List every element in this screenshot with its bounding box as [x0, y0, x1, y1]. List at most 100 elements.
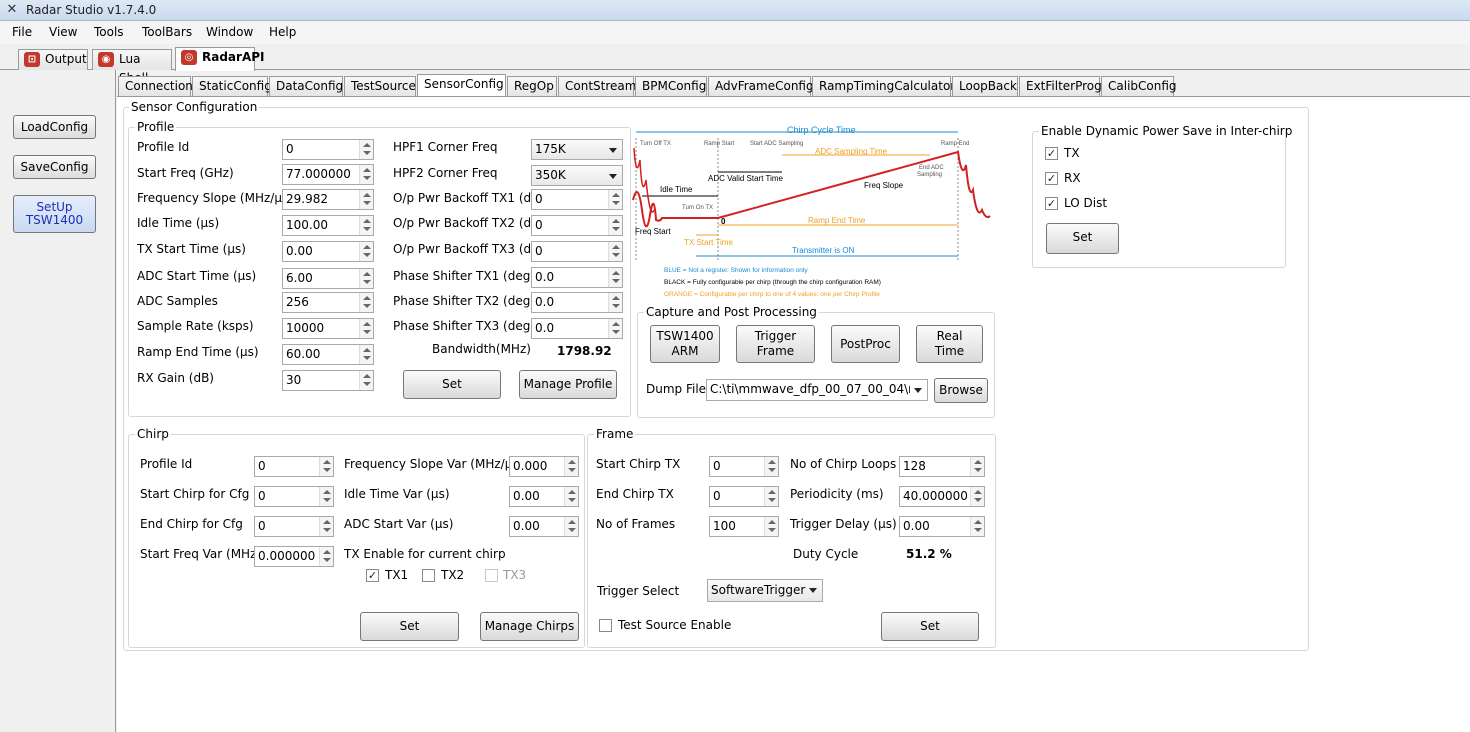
tx1-checkbox[interactable]: ✓ — [366, 569, 379, 582]
spin-arrows-icon[interactable] — [608, 190, 622, 209]
hpf2-select[interactable]: 350K — [531, 165, 623, 186]
spin-arrows-icon[interactable] — [564, 487, 578, 506]
save-config-button[interactable]: SaveConfig — [13, 155, 96, 179]
tab-extfilterprog[interactable]: ExtFilterProg — [1019, 76, 1102, 97]
menu-file[interactable]: File — [12, 25, 32, 39]
tab-connection[interactable]: Connection — [118, 76, 193, 97]
start-freq-input[interactable]: 77.000000 — [282, 164, 374, 185]
spin-arrows-icon[interactable] — [359, 165, 373, 184]
end-chirp-cfg-input[interactable]: 0 — [254, 516, 334, 537]
spin-arrows-icon[interactable] — [359, 319, 373, 338]
postproc-button[interactable]: PostProc — [831, 325, 900, 363]
adc-samples-input[interactable]: 256 — [282, 292, 374, 313]
spin-arrows-icon[interactable] — [319, 457, 333, 476]
tab-regop[interactable]: RegOp — [507, 76, 557, 97]
freq-slope-var-input[interactable]: 0.000 — [509, 456, 579, 477]
start-chirp-tx-input[interactable]: 0 — [709, 456, 779, 477]
dps-lo-dist-checkbox[interactable]: ✓ — [1045, 197, 1058, 210]
phase-shifter-tx3-input[interactable]: 0.0 — [531, 318, 623, 339]
spin-arrows-icon[interactable] — [608, 268, 622, 287]
menu-tools[interactable]: Tools — [94, 25, 124, 39]
freq-slope-input[interactable]: 29.982 — [282, 189, 374, 210]
real-time-button[interactable]: Real Time — [916, 325, 983, 363]
phase-shifter-tx1-input[interactable]: 0.0 — [531, 267, 623, 288]
tsw1400-arm-button[interactable]: TSW1400 ARM — [650, 325, 720, 363]
chirp-set-button[interactable]: Set — [360, 612, 459, 641]
menu-toolbars[interactable]: ToolBars — [142, 25, 192, 39]
setup-tsw1400-button[interactable]: SetUp TSW1400 — [13, 195, 96, 233]
spin-arrows-icon[interactable] — [564, 517, 578, 536]
manage-profile-button[interactable]: Manage Profile — [519, 370, 617, 399]
spin-arrows-icon[interactable] — [970, 457, 984, 476]
end-chirp-tx-input[interactable]: 0 — [709, 486, 779, 507]
hpf1-select[interactable]: 175K — [531, 139, 623, 160]
spin-arrows-icon[interactable] — [970, 487, 984, 506]
tab-sensorconfig[interactable]: SensorConfig — [417, 74, 506, 98]
spin-arrows-icon[interactable] — [764, 517, 778, 536]
trigger-select[interactable]: SoftwareTrigger — [707, 579, 823, 602]
pwr-backoff-tx1-input[interactable]: 0 — [531, 189, 623, 210]
tab-calibconfig[interactable]: CalibConfig — [1101, 76, 1177, 97]
spin-arrows-icon[interactable] — [608, 242, 622, 261]
tab-testsource[interactable]: TestSource — [344, 76, 416, 97]
pwr-backoff-tx2-input[interactable]: 0 — [531, 215, 623, 236]
spin-arrows-icon[interactable] — [608, 293, 622, 312]
tab-dataconfig[interactable]: DataConfig — [269, 76, 343, 97]
dps-set-button[interactable]: Set — [1046, 223, 1119, 254]
spin-arrows-icon[interactable] — [359, 345, 373, 364]
profile-id-input[interactable]: 0 — [282, 139, 374, 160]
tab-output[interactable]: ⊡ Output — [18, 49, 88, 70]
tab-radarapi[interactable]: ◎ RadarAPI — [175, 47, 265, 71]
profile-set-button[interactable]: Set — [403, 370, 501, 399]
menu-window[interactable]: Window — [206, 25, 253, 39]
browse-button[interactable]: Browse — [934, 378, 988, 403]
spin-arrows-icon[interactable] — [359, 371, 373, 390]
idle-time-input[interactable]: 100.00 — [282, 215, 374, 236]
chirp-profile-id-input[interactable]: 0 — [254, 456, 334, 477]
spin-arrows-icon[interactable] — [359, 216, 373, 235]
tab-loopback[interactable]: LoopBack — [952, 76, 1018, 97]
spin-arrows-icon[interactable] — [764, 457, 778, 476]
spin-arrows-icon[interactable] — [764, 487, 778, 506]
test-source-checkbox[interactable] — [599, 619, 612, 632]
adc-start-time-input[interactable]: 6.00 — [282, 268, 374, 289]
adc-start-var-input[interactable]: 0.00 — [509, 516, 579, 537]
rx-gain-input[interactable]: 30 — [282, 370, 374, 391]
tab-ramptimingcalculator[interactable]: RampTimingCalculator — [812, 76, 955, 97]
spin-arrows-icon[interactable] — [359, 140, 373, 159]
spin-arrows-icon[interactable] — [319, 517, 333, 536]
load-config-button[interactable]: LoadConfig — [13, 115, 96, 139]
ramp-end-time-input[interactable]: 60.00 — [282, 344, 374, 365]
menu-help[interactable]: Help — [269, 25, 296, 39]
spin-arrows-icon[interactable] — [359, 190, 373, 209]
spin-arrows-icon[interactable] — [319, 547, 333, 566]
spin-arrows-icon[interactable] — [319, 487, 333, 506]
trigger-delay-input[interactable]: 0.00 — [899, 516, 985, 537]
tab-advframeconfig[interactable]: AdvFrameConfig — [708, 76, 814, 97]
spin-arrows-icon[interactable] — [608, 216, 622, 235]
spin-arrows-icon[interactable] — [359, 242, 373, 261]
sample-rate-input[interactable]: 10000 — [282, 318, 374, 339]
manage-chirps-button[interactable]: Manage Chirps — [480, 612, 579, 641]
dump-file-select[interactable]: C:\ti\mmwave_dfp_00_07_00_04\rf_ — [706, 379, 928, 401]
tx2-checkbox[interactable] — [422, 569, 435, 582]
frame-set-button[interactable]: Set — [881, 612, 979, 641]
tab-contstream[interactable]: ContStream — [558, 76, 636, 97]
idle-time-var-input[interactable]: 0.00 — [509, 486, 579, 507]
tx-start-time-input[interactable]: 0.00 — [282, 241, 374, 262]
no-of-frames-input[interactable]: 100 — [709, 516, 779, 537]
dps-tx-checkbox[interactable]: ✓ — [1045, 147, 1058, 160]
start-chirp-cfg-input[interactable]: 0 — [254, 486, 334, 507]
tab-lua-shell[interactable]: ◉Lua Shell — [92, 49, 172, 85]
spin-arrows-icon[interactable] — [608, 319, 622, 338]
no-of-chirp-loops-input[interactable]: 128 — [899, 456, 985, 477]
tab-bpmconfig[interactable]: BPMConfig — [635, 76, 707, 97]
phase-shifter-tx2-input[interactable]: 0.0 — [531, 292, 623, 313]
spin-arrows-icon[interactable] — [359, 293, 373, 312]
trigger-frame-button[interactable]: Trigger Frame — [736, 325, 815, 363]
spin-arrows-icon[interactable] — [970, 517, 984, 536]
start-freq-var-input[interactable]: 0.000000 — [254, 546, 334, 567]
spin-arrows-icon[interactable] — [359, 269, 373, 288]
tab-staticconfig[interactable]: StaticConfig — [192, 76, 272, 97]
pwr-backoff-tx3-input[interactable]: 0 — [531, 241, 623, 262]
